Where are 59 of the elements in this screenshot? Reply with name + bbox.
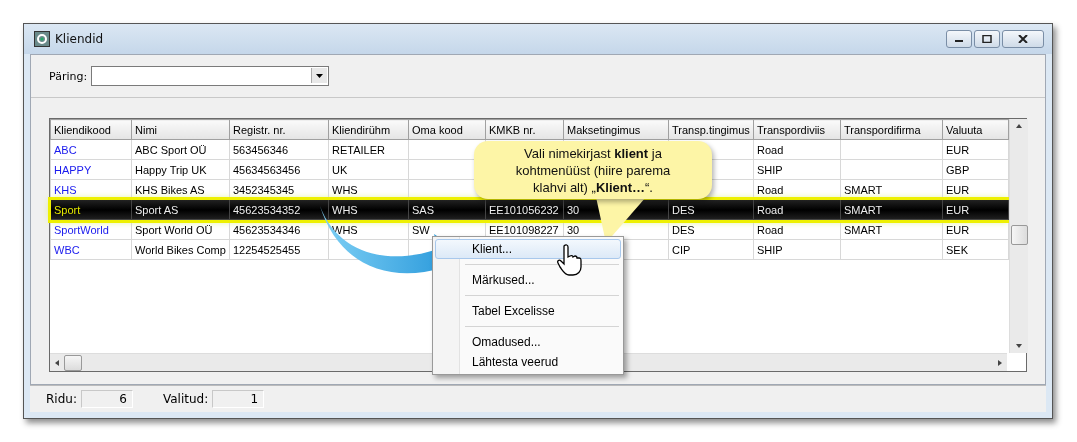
close-icon: [1018, 35, 1028, 43]
table-cell: GBP: [942, 159, 1009, 180]
scrollbar-thumb[interactable]: [1010, 225, 1028, 245]
table-cell[interactable]: ABC: [50, 139, 132, 160]
table-cell: 12254525455: [229, 239, 329, 260]
query-dropdown[interactable]: [91, 66, 330, 86]
table-cell[interactable]: HAPPY: [50, 159, 132, 180]
table-cell[interactable]: WBC: [50, 239, 132, 260]
column-header[interactable]: Valuuta: [942, 119, 1009, 140]
table-cell: SHIP: [753, 159, 841, 180]
vertical-scrollbar[interactable]: [1009, 119, 1028, 353]
hand-cursor-icon: [557, 244, 583, 276]
column-header[interactable]: Nimi: [131, 119, 230, 140]
column-header[interactable]: Transpordifirma: [840, 119, 943, 140]
table-cell: SMART: [840, 199, 943, 220]
table-cell: RETAILER: [328, 139, 409, 160]
table-cell: EUR: [942, 139, 1009, 160]
table-cell: Road: [753, 199, 841, 220]
table-cell: SHIP: [753, 239, 841, 260]
column-header[interactable]: Kliendikood: [50, 119, 132, 140]
column-header[interactable]: Maksetingimus: [563, 119, 669, 140]
table-cell[interactable]: Sport: [50, 199, 132, 220]
window-title: Kliendid: [55, 32, 104, 46]
table-cell: SAS: [408, 199, 486, 220]
status-value: 1: [212, 390, 265, 408]
menu-item[interactable]: Omadused...: [435, 332, 621, 352]
table-cell: Sport AS: [131, 199, 230, 220]
table-cell: 563456346: [229, 139, 329, 160]
table-cell: 45623534352: [229, 199, 329, 220]
column-header[interactable]: Oma kood: [408, 119, 486, 140]
table-cell: WHS: [328, 199, 409, 220]
minimize-button[interactable]: [946, 30, 972, 48]
table-cell: EUR: [942, 199, 1009, 220]
close-button[interactable]: [1002, 30, 1044, 48]
table-cell: Happy Trip UK: [131, 159, 230, 180]
table-cell: Road: [753, 139, 841, 160]
table-cell: ABC Sport OÜ: [131, 139, 230, 160]
column-header[interactable]: KMKB nr.: [485, 119, 564, 140]
table-cell: CIP: [668, 239, 754, 260]
column-header[interactable]: Kliendirühm: [328, 119, 409, 140]
table-cell: UK: [328, 159, 409, 180]
column-header[interactable]: Transp.tingimus: [668, 119, 754, 140]
menu-item[interactable]: Tabel Excelisse: [435, 301, 621, 321]
column-header[interactable]: Transpordiviis: [753, 119, 841, 140]
maximize-button[interactable]: [974, 30, 1000, 48]
menu-item[interactable]: Lähtesta veerud: [435, 352, 621, 372]
callout-text: Vali nimekirjast klient ja kohtmenüüst (hiire parema klahvi alt) „Klient…“.: [514, 144, 672, 196]
column-header[interactable]: Registr. nr.: [229, 119, 329, 140]
scrollbar-thumb[interactable]: [64, 354, 82, 371]
status-value: 6: [80, 390, 133, 408]
menu-item[interactable]: Märkused...: [435, 270, 621, 290]
status-label: Ridu:: [46, 392, 77, 406]
table-cell: World Bikes Comp: [131, 239, 230, 260]
table-cell: 45634563456: [229, 159, 329, 180]
query-label: Päring:: [49, 69, 88, 83]
maximize-icon: [982, 35, 992, 43]
status-label: Valitud:: [162, 392, 209, 406]
table-cell: SEK: [942, 239, 1009, 260]
menu-item[interactable]: Klient...: [435, 239, 621, 259]
